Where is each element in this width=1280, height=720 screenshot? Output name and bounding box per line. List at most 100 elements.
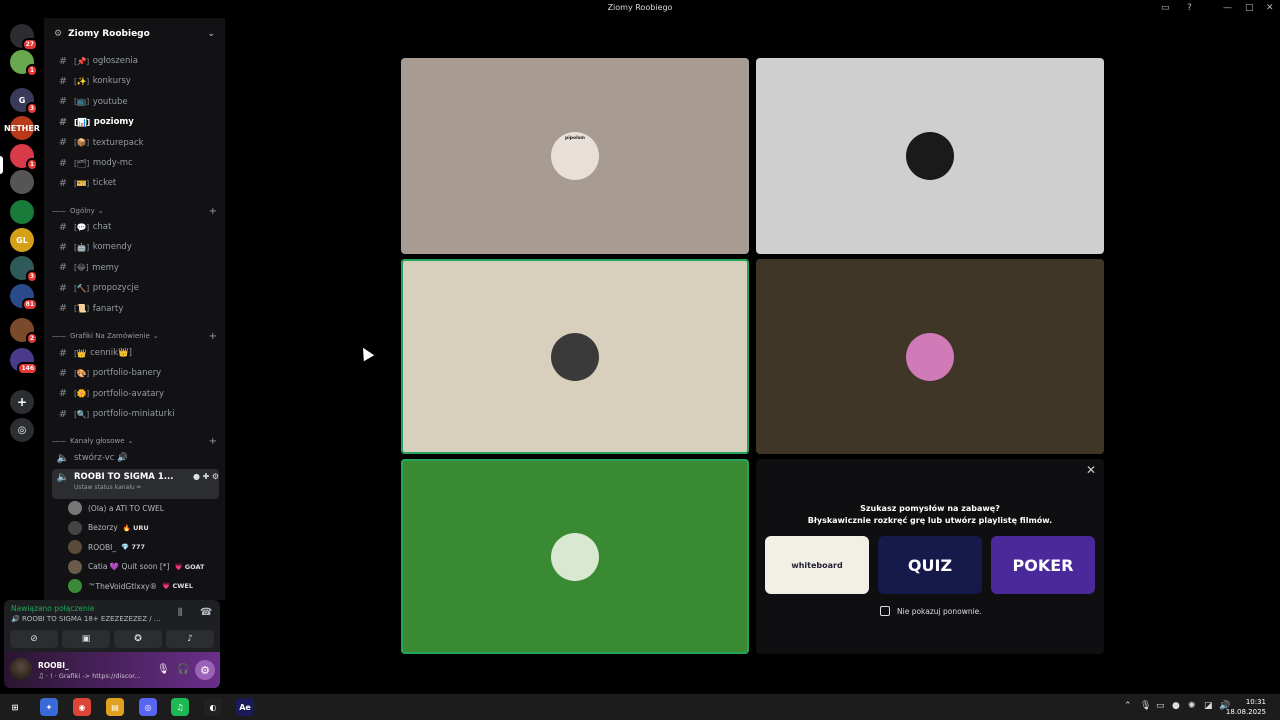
channel-actions-icons[interactable]: ● ✚ ⚙ bbox=[193, 472, 219, 481]
screen-share-button[interactable]: ▣ bbox=[62, 630, 110, 648]
activity-card[interactable]: QUIZ bbox=[878, 536, 982, 594]
channel-label: youtube bbox=[92, 96, 128, 107]
taskbar-app-icon[interactable]: ✦ bbox=[40, 698, 58, 716]
mic-tray-icon[interactable]: 🎙 bbox=[1140, 701, 1151, 711]
voice-channel-active[interactable]: 🔈 ROOBI TO SIGMA 1... Ustaw status kanał… bbox=[52, 469, 219, 499]
category-graphics[interactable]: —— Grafiki Na Zamówienie ⌄ + bbox=[52, 329, 217, 343]
activity-card[interactable]: POKER bbox=[991, 536, 1095, 594]
microphone-icon[interactable]: 🎙 bbox=[157, 664, 170, 675]
server-icon[interactable] bbox=[10, 170, 34, 194]
server-icon[interactable]: 27 bbox=[10, 24, 38, 51]
headphones-icon[interactable]: 🎧 bbox=[177, 664, 189, 675]
taskbar-app-icon[interactable]: ▤ bbox=[106, 698, 124, 716]
taskbar-app-icon[interactable]: ♫ bbox=[171, 698, 189, 716]
taskbar-app-icon[interactable]: ◐ bbox=[204, 698, 222, 716]
add-channel-icon[interactable]: + bbox=[209, 436, 217, 447]
hash-icon: # bbox=[58, 388, 68, 400]
camera-off-button[interactable]: ⊘ bbox=[10, 630, 58, 648]
disconnect-icon[interactable]: ☎ bbox=[200, 607, 212, 618]
minimize-button[interactable]: — bbox=[1223, 3, 1232, 13]
channel-item[interactable]: # [📌] ogłoszenia bbox=[52, 52, 219, 70]
video-tile[interactable] bbox=[756, 58, 1104, 254]
category-voice[interactable]: —— Kanały głosowe ⌄ + bbox=[52, 434, 217, 448]
display-tray-icon[interactable]: ▭ bbox=[1156, 701, 1165, 711]
channel-emoji: [🗂] bbox=[74, 158, 89, 168]
voice-member[interactable]: Bezorzy 🔥 URU bbox=[68, 519, 219, 537]
server-icon[interactable]: 2 bbox=[10, 318, 38, 345]
server-icon[interactable]: 81 bbox=[10, 284, 38, 311]
channel-item[interactable]: # [😂] memy bbox=[52, 259, 219, 277]
add-server-button[interactable]: + bbox=[10, 390, 34, 414]
hash-icon: # bbox=[58, 96, 68, 108]
taskbar-app-icon[interactable]: ◎ bbox=[139, 698, 157, 716]
video-tile[interactable] bbox=[401, 459, 749, 654]
channel-item[interactable]: # [🎫] ticket bbox=[52, 174, 219, 192]
server-icon[interactable]: 1 bbox=[10, 50, 38, 77]
member-name: ™TheVoidGtlxxy® bbox=[88, 581, 158, 591]
server-icon[interactable]: GL bbox=[10, 228, 34, 252]
channel-item[interactable]: # [👑 cennik👑] bbox=[52, 344, 219, 362]
channel-item[interactable]: # [📜] fanarty bbox=[52, 300, 219, 318]
video-tile[interactable] bbox=[401, 259, 749, 454]
checkbox-icon[interactable] bbox=[880, 606, 890, 616]
activity-card[interactable]: whiteboard bbox=[765, 536, 869, 594]
voice-member[interactable]: ROOBI_ 💎 777 bbox=[68, 538, 219, 556]
server-icon[interactable]: 146 bbox=[10, 348, 38, 375]
user-panel: ROOBI_ ♫ · ! · Grafiki -> https://discor… bbox=[4, 652, 220, 688]
channel-item[interactable]: # [📊] poziomy bbox=[52, 113, 219, 131]
server-icon[interactable]: NETHER bbox=[4, 116, 40, 140]
channel-item[interactable]: # [📦] texturepack bbox=[52, 134, 219, 152]
close-window-button[interactable]: ✕ bbox=[1266, 3, 1274, 13]
taskbar-app-icon[interactable]: ⊞ bbox=[6, 698, 24, 716]
voice-member[interactable]: Catia 💜 Quit soon [*] 💗 GOAT bbox=[68, 558, 219, 576]
voice-member[interactable]: ™TheVoidGtlxxy® 💗 CWEL bbox=[68, 577, 219, 595]
server-icon[interactable]: 1 bbox=[10, 144, 38, 171]
voice-member[interactable]: (Ola) a ATI TO CWEL bbox=[68, 499, 219, 517]
server-icon[interactable] bbox=[10, 200, 34, 224]
channel-item[interactable]: # [🔨] propozycje bbox=[52, 279, 219, 297]
maximize-button[interactable]: □ bbox=[1245, 3, 1254, 13]
channel-item[interactable]: # [🔍] portfolio-miniaturki bbox=[52, 405, 219, 423]
soundboard-button[interactable]: ♪ bbox=[166, 630, 214, 648]
taskbar-app-icon[interactable]: Ae bbox=[236, 698, 254, 716]
activity-heading: Szukasz pomysłów na zabawę? bbox=[860, 504, 1000, 513]
clock[interactable]: 10:31 18.08.2025 bbox=[1226, 697, 1266, 717]
connected-channel[interactable]: 🔊 ROOBI TO SIGMA 18+ EZEZEZEZEZ / ... bbox=[11, 615, 171, 623]
channel-item[interactable]: # [📺] youtube bbox=[52, 93, 219, 111]
channel-item[interactable]: # [💬] chat bbox=[52, 218, 219, 236]
server-icon[interactable]: 3 bbox=[10, 256, 38, 283]
member-name: Bezorzy bbox=[88, 523, 118, 532]
add-channel-icon[interactable]: + bbox=[209, 206, 217, 217]
add-channel-icon[interactable]: + bbox=[209, 331, 217, 342]
network-icon[interactable]: ◪ bbox=[1204, 701, 1213, 711]
discover-icon[interactable]: ◎ bbox=[10, 418, 34, 442]
channel-status[interactable]: Ustaw status kanału ✏ bbox=[74, 484, 173, 491]
video-tile[interactable] bbox=[756, 259, 1104, 454]
avatar: pipolsm bbox=[551, 132, 599, 180]
close-icon[interactable]: ✕ bbox=[1086, 463, 1096, 477]
inbox-icon[interactable]: ▭ bbox=[1161, 3, 1170, 13]
category-general[interactable]: —— Ogólny ⌄ + bbox=[52, 204, 217, 218]
settings-tray-icon[interactable]: ✺ bbox=[1188, 701, 1196, 711]
taskbar-app-icon[interactable]: ◉ bbox=[73, 698, 91, 716]
dont-show-again-checkbox[interactable]: Nie pokazuj ponownie. bbox=[880, 606, 982, 616]
server-icon[interactable]: G3 bbox=[10, 88, 38, 115]
chevron-up-icon[interactable]: ⌃ bbox=[1124, 701, 1132, 711]
activity-subheading: Błyskawicznie rozkręć grę lub utwórz pla… bbox=[807, 516, 1053, 525]
avatar[interactable] bbox=[10, 658, 32, 680]
video-tile[interactable]: pipolsm bbox=[401, 58, 749, 254]
server-header[interactable]: ⚙ Ziomy Roobiego ⌄ bbox=[44, 18, 225, 50]
activities-button[interactable]: ✪ bbox=[114, 630, 162, 648]
status-dot-icon[interactable]: ● bbox=[1172, 701, 1180, 711]
noise-suppression-icon[interactable]: ⫼ bbox=[178, 608, 182, 618]
channel-item[interactable]: # [🤖] komendy bbox=[52, 238, 219, 256]
voice-channel-create[interactable]: 🔈 stwórz-vc 🔊 bbox=[52, 449, 219, 467]
channel-emoji: [😂] bbox=[74, 263, 89, 273]
channel-item[interactable]: # [🌼] portfolio-avatary bbox=[52, 385, 219, 403]
custom-status: ♫ · ! · Grafiki -> https://discor... bbox=[38, 672, 141, 680]
settings-gear-icon[interactable]: ⚙ bbox=[195, 660, 215, 680]
channel-item[interactable]: # [🗂] mody-mc bbox=[52, 154, 219, 172]
channel-item[interactable]: # [🎨] portfolio-banery bbox=[52, 364, 219, 382]
help-icon[interactable]: ? bbox=[1187, 3, 1192, 13]
channel-item[interactable]: # [✨] konkursy bbox=[52, 72, 219, 90]
